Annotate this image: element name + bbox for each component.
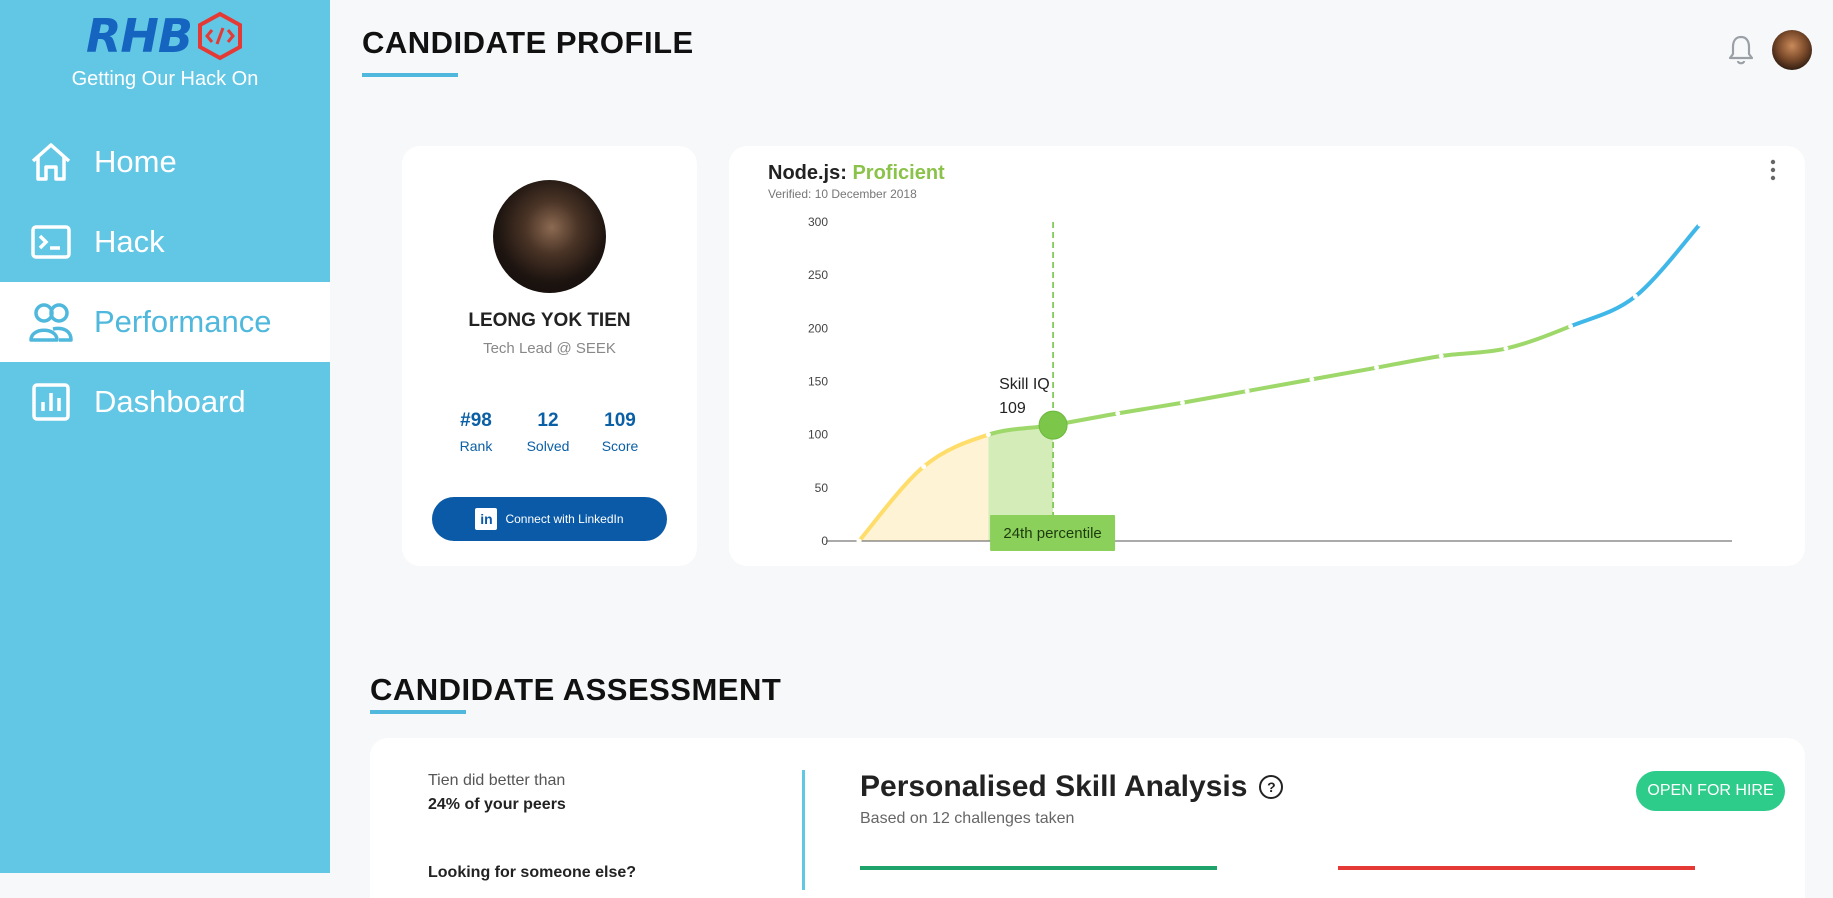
stat-label: Solved	[526, 438, 570, 454]
weakness-bar	[1338, 866, 1695, 870]
assessment-title: CANDIDATE ASSESSMENT	[370, 672, 782, 707]
candidate-role: Tech Lead @ SEEK	[483, 340, 616, 357]
stat-value: #98	[460, 410, 492, 431]
skill-iq-marker-dot	[1038, 410, 1068, 440]
skill-iq-chart: 050100150200250300Skill IQ10924th percen…	[808, 215, 1732, 551]
linkedin-button-label: Connect with LinkedIn	[505, 512, 624, 526]
sidebar-item-label: Dashboard	[94, 384, 246, 419]
skill-title: Node.js: Proficient	[768, 162, 945, 185]
data-point	[856, 538, 862, 544]
connect-linkedin-button[interactable]: in Connect with LinkedIn	[432, 497, 667, 541]
search-others-link[interactable]: Looking for someone else?	[428, 864, 636, 882]
strength-bar	[860, 866, 1217, 870]
data-point	[985, 432, 991, 438]
candidate-name: LEONG YOK TIEN	[468, 310, 631, 331]
logo[interactable]: RHB	[0, 8, 330, 64]
y-tick-label: 300	[808, 215, 828, 229]
skill-level: Proficient	[852, 162, 945, 184]
logo-text: RHB	[86, 9, 193, 63]
data-point	[1374, 365, 1380, 371]
divider	[802, 770, 805, 890]
stat-label: Rank	[459, 438, 493, 454]
terminal-icon	[28, 219, 74, 265]
sidebar-item-label: Performance	[94, 304, 272, 339]
bell-icon[interactable]	[1726, 34, 1756, 66]
sidebar-item-hack[interactable]: Hack	[0, 202, 330, 282]
brand: RHB Getting Our Hack On	[0, 8, 330, 91]
candidate-avatar	[493, 180, 606, 293]
sidebar-item-dashboard[interactable]: Dashboard	[0, 362, 330, 442]
user-avatar[interactable]	[1772, 30, 1812, 70]
stat-label: Score	[601, 438, 639, 454]
data-point	[1115, 410, 1121, 416]
profile-card: LEONG YOK TIEN Tech Lead @ SEEK #98 Rank…	[402, 146, 697, 566]
peer-text: Tien did better than	[428, 772, 566, 789]
skill-verified: Verified: 10 December 2018	[768, 187, 917, 201]
data-point	[1503, 346, 1509, 352]
percentile-label: 24th percentile	[1003, 525, 1101, 542]
more-options-icon[interactable]	[1767, 158, 1779, 182]
sidebar-item-performance[interactable]: Performance	[0, 282, 330, 362]
sidebar-item-home[interactable]: Home	[0, 122, 330, 202]
sidebar-item-label: Hack	[94, 224, 165, 259]
assessment-underline	[370, 710, 466, 714]
data-point	[1697, 221, 1703, 227]
data-point	[1309, 376, 1315, 382]
stat-score: 109 Score	[580, 410, 660, 454]
sidebar-item-label: Home	[94, 144, 177, 179]
data-point	[1244, 388, 1250, 394]
skill-name: Node.js:	[768, 162, 847, 184]
y-tick-label: 100	[808, 428, 828, 442]
page-title: CANDIDATE PROFILE	[362, 25, 694, 60]
analysis-title: Personalised Skill Analysis ?	[860, 770, 1284, 804]
bar-chart-icon	[28, 379, 74, 425]
data-point	[1632, 293, 1638, 299]
stat-value: 12	[537, 410, 559, 431]
sidebar-nav: Home Hack Performance Dashboard	[0, 122, 330, 442]
sidebar: RHB Getting Our Hack On Home Hack Perfor…	[0, 0, 330, 873]
data-point	[1179, 400, 1185, 406]
stat-rank: #98 Rank	[436, 410, 516, 454]
open-for-hire-button[interactable]: OPEN FOR HIRE	[1636, 771, 1785, 811]
data-point	[921, 464, 927, 470]
analysis-subtitle: Based on 12 challenges taken	[860, 810, 1075, 827]
y-tick-label: 200	[808, 321, 828, 335]
analysis-title-text: Personalised Skill Analysis	[860, 770, 1248, 803]
tagline: Getting Our Hack On	[71, 68, 259, 90]
series-line-segment-3	[1568, 222, 1702, 329]
code-hexagon-icon	[197, 11, 242, 61]
linkedin-icon: in	[475, 508, 498, 530]
skill-chart-card: 0 50 100 150 200 250 300 Skill IQ 109 24th percen…	[729, 146, 1805, 566]
title-underline	[362, 73, 458, 77]
area-below-proficiency	[859, 434, 989, 541]
y-tick-label: 250	[808, 268, 828, 282]
series-line-segment-2	[986, 324, 1573, 437]
data-point	[1568, 323, 1574, 329]
assessment-card: Tien did better than 24% of your peers L…	[370, 738, 1805, 898]
home-icon	[28, 139, 74, 185]
users-icon	[28, 299, 74, 345]
help-icon[interactable]: ?	[1259, 775, 1284, 799]
data-point	[1438, 353, 1444, 359]
stat-value: 109	[604, 410, 636, 431]
y-tick-label: 50	[815, 481, 829, 495]
stat-solved: 12 Solved	[508, 410, 588, 454]
skill-iq-value: 109	[999, 400, 1026, 417]
y-tick-label: 150	[808, 375, 828, 389]
skill-iq-label: Skill IQ	[999, 376, 1050, 393]
peer-percentage: 24% of your peers	[428, 796, 566, 813]
